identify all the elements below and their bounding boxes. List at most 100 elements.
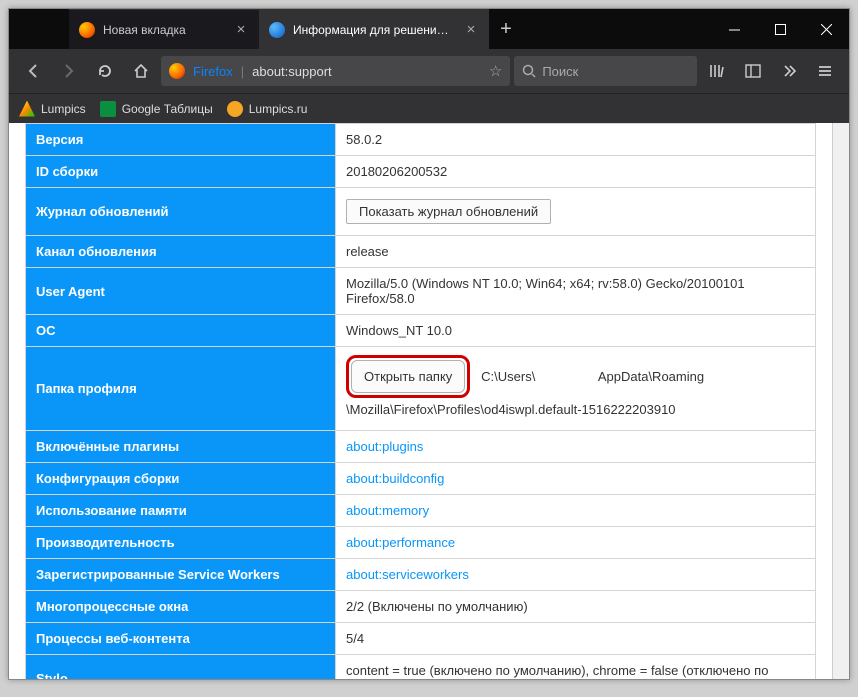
table-row: User Agent Mozilla/5.0 (Windows NT 10.0;…	[26, 268, 816, 315]
vertical-scrollbar[interactable]	[832, 123, 849, 679]
row-label: User Agent	[26, 268, 336, 315]
table-row: ОС Windows_NT 10.0	[26, 315, 816, 347]
browser-window: Новая вкладка × Информация для решения п…	[8, 8, 850, 680]
row-label: Многопроцессные окна	[26, 590, 336, 622]
menu-button[interactable]	[809, 55, 841, 87]
window-controls	[711, 9, 849, 49]
minimize-button[interactable]	[711, 9, 757, 49]
titlebar-drag-spacer	[9, 9, 69, 49]
nav-toolbar: Firefox | about:support ☆ Поиск	[9, 49, 849, 93]
row-value: about:buildconfig	[336, 462, 816, 494]
library-icon	[709, 63, 725, 79]
open-folder-button[interactable]: Открыть папку	[351, 360, 465, 393]
row-value: content = true (включено по умолчанию), …	[336, 654, 816, 679]
search-placeholder: Поиск	[542, 64, 578, 79]
bookmark-label: Lumpics	[41, 102, 86, 116]
firefox-icon	[79, 22, 95, 38]
back-button[interactable]	[17, 55, 49, 87]
about-link[interactable]: about:memory	[346, 503, 429, 518]
row-value: 5/4	[336, 622, 816, 654]
triangle-icon	[19, 101, 35, 117]
bookmark-star-icon[interactable]: ☆	[489, 62, 502, 80]
profile-path-part: \Mozilla\Firefox\Profiles\od4iswpl.defau…	[346, 402, 676, 417]
table-row: Папка профиля Открыть папку C:\Users\ Ap…	[26, 347, 816, 431]
table-row: Зарегистрированные Service Workers about…	[26, 558, 816, 590]
reload-icon	[97, 63, 113, 79]
table-row: Журнал обновлений Показать журнал обновл…	[26, 188, 816, 236]
table-row: Stylo content = true (включено по умолча…	[26, 654, 816, 679]
arrow-right-icon	[61, 63, 77, 79]
row-value: 58.0.2	[336, 124, 816, 156]
row-value: Показать журнал обновлений	[336, 188, 816, 236]
bookmark-item[interactable]: Google Таблицы	[100, 101, 213, 117]
overflow-button[interactable]	[773, 55, 805, 87]
close-icon[interactable]: ×	[233, 21, 249, 38]
row-label: Журнал обновлений	[26, 188, 336, 236]
table-row: Процессы веб-контента 5/4	[26, 622, 816, 654]
bookmark-item[interactable]: Lumpics	[19, 101, 86, 117]
url-bar[interactable]: Firefox | about:support ☆	[161, 56, 510, 86]
sheets-icon	[100, 101, 116, 117]
row-label: Версия	[26, 124, 336, 156]
row-value: Windows_NT 10.0	[336, 315, 816, 347]
table-row: ID сборки 20180206200532	[26, 156, 816, 188]
row-label: Зарегистрированные Service Workers	[26, 558, 336, 590]
about-link[interactable]: about:plugins	[346, 439, 423, 454]
tab-active[interactable]: Информация для решения пр ×	[259, 9, 489, 49]
close-button[interactable]	[803, 9, 849, 49]
row-value: about:serviceworkers	[336, 558, 816, 590]
about-link[interactable]: about:buildconfig	[346, 471, 444, 486]
library-button[interactable]	[701, 55, 733, 87]
sidebar-button[interactable]	[737, 55, 769, 87]
table-row: Включённые плагины about:plugins	[26, 430, 816, 462]
row-value: about:plugins	[336, 430, 816, 462]
home-button[interactable]	[125, 55, 157, 87]
forward-button[interactable]	[53, 55, 85, 87]
table-row: Производительность about:performance	[26, 526, 816, 558]
show-update-history-button[interactable]: Показать журнал обновлений	[346, 199, 551, 224]
sidebar-icon	[745, 63, 761, 79]
tab-label: Информация для решения пр	[293, 23, 455, 37]
firefox-icon	[169, 63, 185, 79]
row-label: ID сборки	[26, 156, 336, 188]
titlebar: Новая вкладка × Информация для решения п…	[9, 9, 849, 49]
search-icon	[522, 64, 536, 78]
maximize-icon	[775, 24, 786, 35]
row-label: Использование памяти	[26, 494, 336, 526]
reload-button[interactable]	[89, 55, 121, 87]
row-value: 20180206200532	[336, 156, 816, 188]
profile-path-part: AppData\Roaming	[598, 369, 704, 384]
home-icon	[133, 63, 149, 79]
url-text: about:support	[252, 64, 481, 79]
identity-label: Firefox	[193, 64, 233, 79]
tab-inactive[interactable]: Новая вкладка ×	[69, 9, 259, 49]
hamburger-icon	[817, 63, 833, 79]
new-tab-button[interactable]: +	[489, 9, 523, 49]
table-row: Канал обновления release	[26, 236, 816, 268]
row-label: Производительность	[26, 526, 336, 558]
bookmarks-toolbar: Lumpics Google Таблицы Lumpics.ru	[9, 93, 849, 123]
bookmark-item[interactable]: Lumpics.ru	[227, 101, 308, 117]
maximize-button[interactable]	[757, 9, 803, 49]
close-icon[interactable]: ×	[463, 21, 479, 38]
support-table: Версия 58.0.2 ID сборки 20180206200532 Ж…	[25, 123, 816, 679]
search-bar[interactable]: Поиск	[514, 56, 697, 86]
row-value: about:memory	[336, 494, 816, 526]
profile-path-part: C:\Users\	[481, 369, 535, 384]
info-icon	[269, 22, 285, 38]
row-value: Mozilla/5.0 (Windows NT 10.0; Win64; x64…	[336, 268, 816, 315]
minimize-icon	[729, 24, 740, 35]
page-content[interactable]: Версия 58.0.2 ID сборки 20180206200532 Ж…	[9, 123, 832, 679]
row-label: Канал обновления	[26, 236, 336, 268]
site-icon	[227, 101, 243, 117]
table-row: Многопроцессные окна 2/2 (Включены по ум…	[26, 590, 816, 622]
arrow-left-icon	[25, 63, 41, 79]
bookmark-label: Lumpics.ru	[249, 102, 308, 116]
about-link[interactable]: about:performance	[346, 535, 455, 550]
row-value: 2/2 (Включены по умолчанию)	[336, 590, 816, 622]
about-link[interactable]: about:serviceworkers	[346, 567, 469, 582]
table-row: Версия 58.0.2	[26, 124, 816, 156]
tab-label: Новая вкладка	[103, 23, 225, 37]
bookmark-label: Google Таблицы	[122, 102, 213, 116]
row-label: Включённые плагины	[26, 430, 336, 462]
